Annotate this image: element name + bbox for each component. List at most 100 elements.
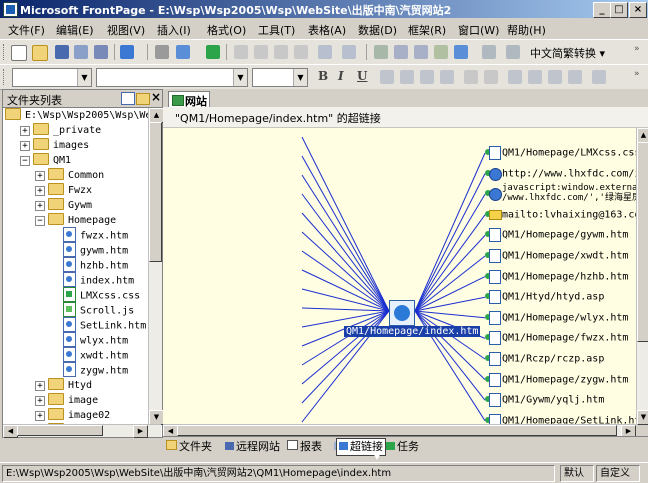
paste-icon[interactable] bbox=[274, 45, 288, 59]
font-size-combo[interactable]: ▼ bbox=[252, 68, 308, 87]
align-left-icon[interactable] bbox=[380, 70, 394, 84]
toolbar-overflow-icon[interactable]: » bbox=[634, 44, 640, 54]
outgoing-link-node[interactable]: QM1/Htyd/htyd.asp bbox=[485, 290, 604, 305]
underline-button[interactable]: U bbox=[357, 69, 367, 83]
cut-icon[interactable] bbox=[234, 45, 248, 59]
font-combo[interactable]: ▼ bbox=[96, 68, 248, 87]
open-folder-icon[interactable] bbox=[32, 45, 48, 61]
scroll-thumb[interactable] bbox=[149, 122, 162, 262]
scroll-up-icon[interactable]: ▲ bbox=[637, 128, 648, 143]
preview-icon[interactable] bbox=[176, 45, 190, 59]
refresh-icon[interactable] bbox=[482, 45, 496, 59]
align-right-icon[interactable] bbox=[420, 70, 434, 84]
outgoing-link-node[interactable]: QM1/Homepage/gywm.htm bbox=[485, 228, 628, 243]
new-folder-icon[interactable] bbox=[136, 93, 150, 105]
outgoing-link-node[interactable]: QM1/Homepage/SetLink.htm bbox=[485, 413, 636, 424]
italic-button[interactable]: I bbox=[338, 69, 344, 83]
minimize-button[interactable]: _ bbox=[593, 2, 611, 18]
undo-icon[interactable] bbox=[318, 45, 332, 59]
collapse-icon[interactable]: − bbox=[35, 216, 45, 226]
decrease-indent-icon[interactable] bbox=[548, 70, 562, 84]
collapse-icon[interactable]: − bbox=[20, 156, 30, 166]
increase-font-icon[interactable] bbox=[464, 70, 478, 84]
insert-picture-icon[interactable] bbox=[434, 45, 448, 59]
decrease-font-icon[interactable] bbox=[484, 70, 498, 84]
borders-icon[interactable] bbox=[592, 70, 606, 84]
menu-format[interactable]: 格式(O) bbox=[207, 22, 246, 38]
bullets-icon[interactable] bbox=[528, 70, 542, 84]
expand-icon[interactable]: + bbox=[35, 201, 45, 211]
outgoing-link-node[interactable]: QM1/Homepage/wlyx.htm bbox=[485, 310, 628, 325]
scroll-down-icon[interactable]: ▼ bbox=[149, 410, 164, 425]
outgoing-link-node[interactable]: QM1/Homepage/LMXcss.css bbox=[485, 146, 636, 160]
justify-icon[interactable] bbox=[440, 70, 454, 84]
maximize-button[interactable]: □ bbox=[610, 2, 628, 18]
center-page-icon[interactable] bbox=[389, 300, 415, 326]
expand-icon[interactable]: + bbox=[35, 396, 45, 406]
outgoing-link-node[interactable]: QM1/Homepage/zygw.htm bbox=[485, 372, 628, 387]
menu-file[interactable]: 文件(F) bbox=[8, 22, 45, 38]
close-pane-icon[interactable]: × bbox=[151, 90, 161, 104]
hyperlink-icon[interactable] bbox=[454, 45, 468, 59]
menu-frames[interactable]: 框架(R) bbox=[408, 22, 446, 38]
toolbar-grip[interactable] bbox=[3, 44, 7, 60]
expand-icon[interactable]: + bbox=[35, 171, 45, 181]
folder-list-icon[interactable] bbox=[120, 45, 134, 59]
menu-edit[interactable]: 编辑(E) bbox=[56, 22, 94, 38]
scroll-thumb[interactable] bbox=[177, 425, 617, 436]
stop-icon[interactable] bbox=[506, 45, 520, 59]
scroll-thumb[interactable] bbox=[637, 142, 648, 342]
toolbar-grip[interactable] bbox=[3, 69, 7, 85]
search-icon[interactable] bbox=[74, 45, 88, 59]
menu-table[interactable]: 表格(A) bbox=[308, 22, 346, 38]
print-icon[interactable] bbox=[155, 45, 169, 59]
redo-icon[interactable] bbox=[342, 45, 356, 59]
menu-data[interactable]: 数据(D) bbox=[358, 22, 397, 38]
insert-layer-icon[interactable] bbox=[414, 45, 428, 59]
outgoing-link-node[interactable]: javascript:window.external /www.lhxfdc.c… bbox=[485, 183, 636, 203]
scroll-down-icon[interactable]: ▼ bbox=[637, 410, 648, 425]
folder-tree-scrollbar[interactable]: ▲ ▼ bbox=[148, 108, 164, 425]
spelling-icon[interactable] bbox=[206, 45, 220, 59]
folder-tree-hscrollbar[interactable]: ◀ ▶ bbox=[3, 424, 161, 438]
menu-help[interactable]: 帮助(H) bbox=[507, 22, 546, 38]
new-page-icon[interactable] bbox=[11, 45, 27, 61]
outgoing-link-node[interactable]: QM1/Homepage/fwzx.htm bbox=[485, 331, 628, 346]
numbering-icon[interactable] bbox=[508, 70, 522, 84]
expand-icon[interactable]: + bbox=[35, 381, 45, 391]
outgoing-link-node[interactable]: QM1/Rczp/rczp.asp bbox=[485, 352, 604, 366]
publish-icon[interactable] bbox=[94, 45, 108, 59]
close-button[interactable]: × bbox=[629, 2, 647, 18]
view-tab-remote-site[interactable]: 远程网站 bbox=[225, 439, 280, 455]
insert-table-icon[interactable] bbox=[394, 45, 408, 59]
expand-icon[interactable]: + bbox=[20, 126, 30, 136]
expand-icon[interactable]: + bbox=[35, 411, 45, 421]
scroll-right-icon[interactable]: ▶ bbox=[133, 425, 148, 438]
new-page-icon[interactable] bbox=[121, 92, 135, 105]
view-tab-tasks[interactable]: 任务 bbox=[386, 439, 419, 455]
outgoing-link-node[interactable]: QM1/Homepage/xwdt.htm bbox=[485, 249, 628, 263]
toolbar-overflow-icon[interactable]: » bbox=[634, 69, 640, 79]
outgoing-link-node[interactable]: QM1/Homepage/hzhb.htm bbox=[485, 269, 628, 284]
scroll-up-icon[interactable]: ▲ bbox=[149, 108, 164, 123]
expand-icon[interactable]: + bbox=[20, 141, 30, 151]
menu-view[interactable]: 视图(V) bbox=[107, 22, 145, 38]
view-tab-reports[interactable]: 报表 bbox=[287, 439, 322, 455]
center-page-label[interactable]: QM1/Homepage/index.htm bbox=[344, 326, 481, 337]
align-center-icon[interactable] bbox=[400, 70, 414, 84]
outgoing-link-node[interactable]: http://www.lhxfdc.com/inde bbox=[485, 167, 636, 181]
outgoing-link-node[interactable]: mailto:lvhaixing@163.com bbox=[485, 208, 636, 221]
menu-tools[interactable]: 工具(T) bbox=[258, 22, 295, 38]
tab-website[interactable]: 网站 bbox=[168, 91, 210, 108]
scroll-left-icon[interactable]: ◀ bbox=[3, 425, 18, 438]
menu-insert[interactable]: 插入(I) bbox=[157, 22, 191, 38]
web-component-icon[interactable] bbox=[374, 45, 388, 59]
diagram-vscrollbar[interactable]: ▲ ▼ bbox=[636, 128, 648, 425]
save-icon[interactable] bbox=[55, 45, 69, 59]
view-tab-folders[interactable]: 文件夹 bbox=[166, 439, 212, 455]
style-combo[interactable]: ▼ bbox=[12, 68, 92, 87]
expand-icon[interactable]: + bbox=[35, 186, 45, 196]
copy-icon[interactable] bbox=[254, 45, 268, 59]
menu-window[interactable]: 窗口(W) bbox=[458, 22, 499, 38]
scroll-thumb[interactable] bbox=[17, 425, 103, 436]
